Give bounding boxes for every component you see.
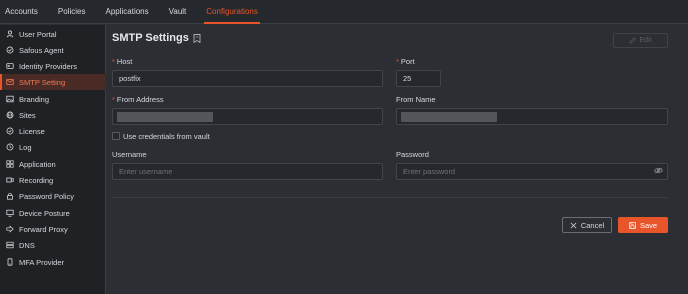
device-icon (6, 209, 14, 217)
sidebar-item-label: Identity Providers (19, 61, 77, 71)
top-nav: Accounts Policies Applications Vault Con… (0, 0, 688, 24)
edit-icon (629, 37, 637, 44)
from-address-input[interactable] (112, 108, 383, 125)
save-button[interactable]: Save (618, 217, 668, 233)
application-icon (6, 160, 14, 168)
username-label: Username (112, 150, 147, 159)
password-icon (6, 192, 14, 200)
sidebar: User Portal Safous Agent Identity Provid… (0, 25, 106, 294)
sidebar-item-identity-providers[interactable]: Identity Providers (0, 58, 106, 74)
sidebar-item-log[interactable]: Log (0, 139, 106, 155)
sidebar-item-label: Safous Agent (19, 45, 64, 55)
sidebar-item-label: Device Posture (19, 208, 70, 218)
sidebar-item-label: Log (19, 142, 32, 152)
sidebar-item-branding[interactable]: Branding (0, 91, 106, 107)
port-input[interactable]: 25 (396, 70, 441, 87)
page-title: SMTP Settings (112, 32, 201, 44)
use-credentials-checkbox[interactable] (112, 132, 120, 140)
sidebar-item-smtp-setting[interactable]: SMTP Setting (0, 74, 106, 90)
password-label: Password (396, 150, 429, 159)
sidebar-item-label: Recording (19, 175, 54, 185)
eye-off-icon[interactable] (654, 167, 663, 174)
user-icon (6, 30, 14, 38)
page-title-text: SMTP Settings (112, 32, 189, 44)
sidebar-item-safous-agent[interactable]: Safous Agent (0, 42, 106, 58)
close-icon (570, 222, 577, 228)
sidebar-item-recording[interactable]: Recording (0, 172, 106, 188)
proxy-icon (6, 225, 14, 233)
image-icon (6, 95, 14, 103)
from-name-input[interactable] (396, 108, 668, 125)
sidebar-item-label: License (19, 126, 45, 136)
divider (112, 197, 668, 198)
tab-accounts[interactable]: Accounts (5, 0, 38, 24)
tab-policies[interactable]: Policies (58, 0, 86, 24)
sidebar-item-label: Branding (19, 94, 50, 104)
port-label: * Port (396, 57, 415, 66)
save-icon (629, 221, 636, 229)
save-button-label: Save (639, 220, 658, 230)
sidebar-item-user-portal[interactable]: User Portal (0, 26, 106, 42)
sidebar-item-dns[interactable]: DNS (0, 237, 106, 253)
redacted-value (401, 112, 497, 122)
recording-icon (6, 176, 14, 184)
sidebar-item-mfa-provider[interactable]: MFA Provider (0, 254, 106, 270)
cancel-button-label: Cancel (580, 220, 605, 230)
sidebar-item-forward-proxy[interactable]: Forward Proxy (0, 221, 106, 237)
password-input[interactable]: Enter password (396, 163, 668, 180)
edit-button-label: Edit (639, 37, 652, 44)
sidebar-item-label: Password Policy (19, 191, 75, 201)
id-card-icon (6, 62, 14, 70)
redacted-value (117, 112, 213, 122)
use-credentials-label: Use credentials from vault (123, 132, 210, 141)
sidebar-item-label: Application (19, 159, 56, 169)
from-address-label: * From Address (112, 95, 164, 104)
sidebar-item-application[interactable]: Application (0, 156, 106, 172)
sidebar-item-label: User Portal (19, 29, 57, 39)
from-name-label: From Name (396, 95, 436, 104)
cancel-button[interactable]: Cancel (562, 217, 612, 233)
sidebar-item-label: Forward Proxy (19, 224, 68, 234)
sidebar-item-label: Sites (19, 110, 36, 120)
host-input[interactable]: postfix (112, 70, 383, 87)
sidebar-item-label: DNS (19, 240, 35, 250)
sidebar-item-sites[interactable]: Sites (0, 107, 106, 123)
license-icon (6, 127, 14, 135)
sidebar-item-label: SMTP Setting (19, 77, 66, 87)
tab-configurations[interactable]: Configurations (204, 0, 260, 24)
mfa-icon (6, 258, 14, 266)
mail-icon (6, 78, 14, 86)
tab-applications[interactable]: Applications (105, 0, 148, 24)
log-icon (6, 143, 14, 151)
tab-vault[interactable]: Vault (169, 0, 187, 24)
sidebar-item-label: MFA Provider (19, 257, 65, 267)
agent-icon (6, 46, 14, 54)
host-label: * Host (112, 57, 133, 66)
bookmark-icon[interactable] (193, 33, 201, 43)
sidebar-item-license[interactable]: License (0, 123, 106, 139)
dns-icon (6, 241, 14, 249)
sidebar-item-device-posture[interactable]: Device Posture (0, 205, 106, 221)
sidebar-item-password-policy[interactable]: Password Policy (0, 188, 106, 204)
edit-button[interactable]: Edit (613, 33, 668, 48)
globe-icon (6, 111, 14, 119)
username-input[interactable]: Enter username (112, 163, 383, 180)
